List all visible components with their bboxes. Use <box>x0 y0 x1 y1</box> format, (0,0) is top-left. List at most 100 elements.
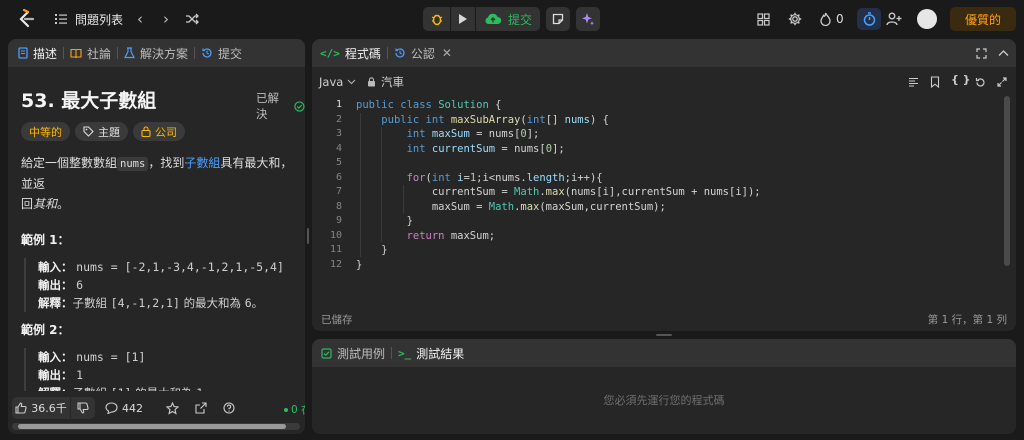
streak-flame-icon[interactable] <box>818 11 832 27</box>
tab-code-label: 程式碼 <box>344 46 381 61</box>
line-number: 9 <box>335 215 342 226</box>
thumbs-up-icon <box>15 402 27 414</box>
note-icon <box>552 13 564 25</box>
comment-icon <box>105 402 118 414</box>
tab-submissions[interactable]: 提交 <box>195 39 248 67</box>
checkbox-icon <box>321 347 332 359</box>
debug-button[interactable] <box>423 7 450 31</box>
bug-icon <box>431 14 442 26</box>
language-select[interactable]: Java <box>319 73 356 91</box>
online-dot-icon <box>284 407 288 412</box>
submit-label: 提交 <box>507 12 532 27</box>
tab-solutions-label: 解決方案 <box>140 46 189 61</box>
help-icon[interactable] <box>222 400 236 416</box>
editor-tabbar: </> 程式碼 公認 ✕ <box>312 39 1016 67</box>
example-2-output: 輸出： 1 <box>38 368 84 382</box>
solved-label: 已解決 <box>256 91 279 121</box>
problem-title: 53. 最大子數組 <box>21 90 157 112</box>
ai-assist-button[interactable] <box>576 7 600 31</box>
add-user-icon[interactable] <box>885 11 903 27</box>
save-status: 已儲存 <box>321 314 353 326</box>
code-content[interactable]: public class Solution { public int maxSu… <box>356 98 996 298</box>
expand-icon[interactable] <box>995 74 1009 90</box>
shuffle-icon[interactable] <box>184 11 200 27</box>
settings-gear-icon[interactable] <box>787 11 803 27</box>
history-icon <box>202 48 212 58</box>
tab-testcase[interactable]: 測試用例 <box>312 339 391 367</box>
topics-tag[interactable]: 主題 <box>75 122 128 141</box>
example-1-output: 輸出： 6 <box>38 278 84 292</box>
desc-emphasis: 其和 <box>33 197 58 211</box>
document-icon <box>18 47 28 59</box>
premium-button[interactable]: 優質的 <box>950 7 1016 31</box>
like-button[interactable]: 36.6千 <box>12 397 70 419</box>
comments-button[interactable]: 442 <box>105 397 143 419</box>
example-2-title: 範例 2： <box>21 323 70 337</box>
line-number: 11 <box>329 244 342 255</box>
layout-icon[interactable] <box>755 11 771 27</box>
code-line: currentSum = Math.max(nums[i],currentSum… <box>431 186 761 198</box>
leetcode-logo-icon[interactable] <box>15 9 37 29</box>
topics-label: 主題 <box>98 125 120 139</box>
mode-select[interactable]: 汽車 <box>367 73 404 91</box>
description-panel: 描述 社論 解決方案 提交 53. 最大子數組 已解決 中等的 主題 公司 給定… <box>8 39 305 434</box>
indent-guide <box>403 185 404 214</box>
tab-test-result[interactable]: >_ 測試結果 <box>392 339 470 367</box>
example-1-input: 輸入： nums = [-2,1,-3,4,-1,2,1,-5,4] <box>38 260 284 274</box>
scrollbar-thumb[interactable] <box>1004 96 1010 266</box>
indent-guide <box>381 127 382 242</box>
reset-icon[interactable] <box>973 74 987 90</box>
tab-solutions[interactable]: 解決方案 <box>118 39 194 67</box>
cloud-upload-icon <box>485 13 502 24</box>
prev-problem-icon[interactable]: ‹ <box>132 10 148 28</box>
avatar[interactable] <box>917 9 937 29</box>
companies-label: 公司 <box>155 125 177 139</box>
history-icon <box>395 48 405 58</box>
play-icon <box>459 14 467 24</box>
tab-accepted[interactable]: 公認 ✕ <box>388 39 458 67</box>
bookmark-icon[interactable] <box>928 74 942 90</box>
streak-count: 0 <box>836 12 844 26</box>
indent-guide <box>360 113 361 257</box>
test-tabbar: 測試用例 >_ 測試結果 <box>312 339 1016 367</box>
collapse-chevron-icon[interactable] <box>996 45 1010 61</box>
line-number: 4 <box>335 142 342 154</box>
star-icon[interactable] <box>165 400 179 416</box>
companies-tag[interactable]: 公司 <box>133 122 185 141</box>
share-icon[interactable] <box>194 400 208 416</box>
tag-row: 中等的 主題 公司 <box>21 122 185 141</box>
tab-submissions-label: 提交 <box>218 46 243 61</box>
desc-text: 給定一個整數數組 <box>21 156 118 170</box>
tab-editorial[interactable]: 社論 <box>64 39 117 67</box>
tab-description[interactable]: 描述 <box>8 39 63 67</box>
horizontal-scrollbar[interactable] <box>12 423 300 430</box>
fullscreen-icon[interactable] <box>974 45 988 61</box>
notes-button[interactable] <box>546 7 570 31</box>
code-area[interactable]: 1 2 3 4 5 6 7 8 9 10 11 12 public class Solution { … <box>312 98 1004 298</box>
comment-count: 442 <box>122 401 143 415</box>
terminal-icon: >_ <box>398 346 412 360</box>
dislike-button[interactable] <box>71 397 95 419</box>
code-line: } <box>406 215 413 227</box>
tab-testcase-label: 測試用例 <box>337 346 386 361</box>
subarray-link[interactable]: 子數組 <box>184 156 220 170</box>
vertical-scrollbar[interactable] <box>1004 96 1010 296</box>
format-icon[interactable] <box>906 74 920 90</box>
test-panel: 測試用例 >_ 測試結果 您必須先運行您的程式碼 <box>312 339 1016 434</box>
run-button[interactable] <box>451 7 475 31</box>
tab-code[interactable]: </> 程式碼 <box>312 39 387 67</box>
panel-resize-handle[interactable] <box>307 228 309 244</box>
braces-icon[interactable]: { } <box>951 73 971 86</box>
problem-list-link[interactable]: 問題列表 <box>75 11 123 28</box>
problem-list-icon[interactable] <box>54 12 68 26</box>
difficulty-badge[interactable]: 中等的 <box>21 122 70 141</box>
submit-button[interactable]: 提交 <box>476 7 540 31</box>
next-problem-icon[interactable]: › <box>158 10 174 28</box>
scrollbar-thumb[interactable] <box>18 424 286 429</box>
timer-button[interactable] <box>857 8 881 30</box>
cursor-position: 第 1 行，第 1 列 <box>927 314 1007 326</box>
code-line: public int maxSubArray(int[] nums) { <box>381 113 609 126</box>
desc-text: 回 <box>21 197 34 211</box>
panel-resize-handle[interactable] <box>656 334 672 336</box>
close-icon[interactable]: ✕ <box>442 46 452 60</box>
